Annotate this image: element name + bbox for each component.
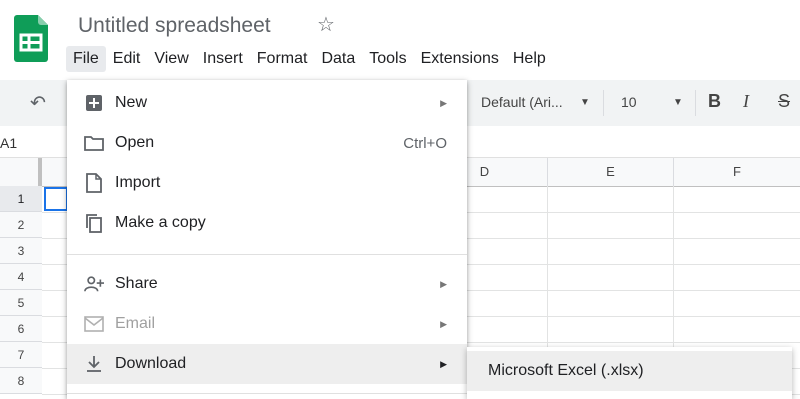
menu-item-label: New (115, 94, 148, 111)
menu-item-label: Open (115, 134, 155, 151)
strikethrough-button[interactable]: S (778, 91, 790, 112)
select-all-corner[interactable] (0, 158, 42, 186)
selected-cell[interactable] (44, 187, 68, 211)
row-header-3[interactable]: 3 (0, 238, 42, 264)
menu-item-download[interactable]: Download ▶ (67, 344, 467, 384)
new-sheet-icon (84, 93, 104, 113)
share-person-icon (84, 274, 104, 294)
shortcut-label: Ctrl+O (403, 134, 447, 152)
menu-extensions[interactable]: Extensions (414, 46, 506, 72)
download-submenu: Microsoft Excel (.xlsx) (467, 347, 792, 399)
row-header-1[interactable]: 1 (0, 186, 42, 212)
menu-format[interactable]: Format (250, 46, 315, 72)
cell-reference-box[interactable]: A1 (0, 135, 17, 151)
menu-item-label: Email (115, 315, 156, 332)
document-title[interactable]: Untitled spreadsheet (78, 14, 271, 38)
copy-icon (84, 213, 104, 233)
menu-file[interactable]: File (66, 46, 106, 72)
menu-help[interactable]: Help (506, 46, 553, 72)
menu-item-label: Import (115, 174, 161, 191)
menu-item-share[interactable]: Share ▶ (67, 264, 467, 304)
menu-item-new[interactable]: New ▶ (67, 83, 467, 123)
file-icon (84, 173, 104, 193)
row-header-7[interactable]: 7 (0, 342, 42, 368)
submenu-arrow-icon: ▶ (440, 97, 447, 108)
row-header-8[interactable]: 8 (0, 368, 42, 394)
font-family-select[interactable]: Default (Ari... (481, 94, 563, 110)
star-icon[interactable]: ☆ (317, 12, 335, 37)
toolbar-divider (695, 90, 696, 116)
menu-divider (67, 393, 467, 394)
submenu-arrow-icon: ▶ (440, 318, 447, 329)
menu-item-open[interactable]: Open Ctrl+O (67, 123, 467, 163)
menu-insert[interactable]: Insert (196, 46, 250, 72)
menu-item-email: Email ▶ (67, 304, 467, 344)
menu-view[interactable]: View (147, 46, 195, 72)
column-header-e[interactable]: E (547, 158, 673, 186)
folder-icon (84, 133, 104, 153)
menu-item-import[interactable]: Import (67, 163, 467, 203)
sheets-logo-icon[interactable] (14, 15, 48, 62)
file-menu: New ▶ Open Ctrl+O Import Make a copy Sha… (67, 80, 467, 399)
menu-item-label: Make a copy (115, 214, 206, 231)
download-icon (84, 354, 104, 374)
bold-button[interactable]: B (708, 91, 721, 112)
menu-bar: File Edit View Insert Format Data Tools … (66, 46, 553, 72)
column-header-f[interactable]: F (673, 158, 800, 186)
submenu-arrow-icon: ▶ (440, 278, 447, 289)
menu-tools[interactable]: Tools (362, 46, 413, 72)
chevron-down-icon[interactable]: ▼ (580, 97, 590, 108)
chevron-down-icon[interactable]: ▼ (673, 97, 683, 108)
menu-divider (67, 254, 467, 255)
row-header-6[interactable]: 6 (0, 316, 42, 342)
row-header-5[interactable]: 5 (0, 290, 42, 316)
row-header-2[interactable]: 2 (0, 212, 42, 238)
row-header-4[interactable]: 4 (0, 264, 42, 290)
italic-button[interactable]: I (743, 91, 749, 112)
submenu-arrow-icon: ▶ (440, 358, 447, 369)
undo-icon[interactable]: ↶ (30, 92, 46, 115)
email-icon (84, 314, 104, 334)
menu-edit[interactable]: Edit (106, 46, 148, 72)
toolbar-divider (603, 90, 604, 116)
menu-item-label: Share (115, 275, 158, 292)
menu-data[interactable]: Data (314, 46, 362, 72)
submenu-item-xlsx[interactable]: Microsoft Excel (.xlsx) (467, 351, 792, 391)
submenu-item-label: Microsoft Excel (.xlsx) (488, 362, 644, 379)
menu-item-make-a-copy[interactable]: Make a copy (67, 203, 467, 243)
menu-item-label: Download (115, 355, 187, 372)
font-size-select[interactable]: 10 (621, 94, 637, 110)
